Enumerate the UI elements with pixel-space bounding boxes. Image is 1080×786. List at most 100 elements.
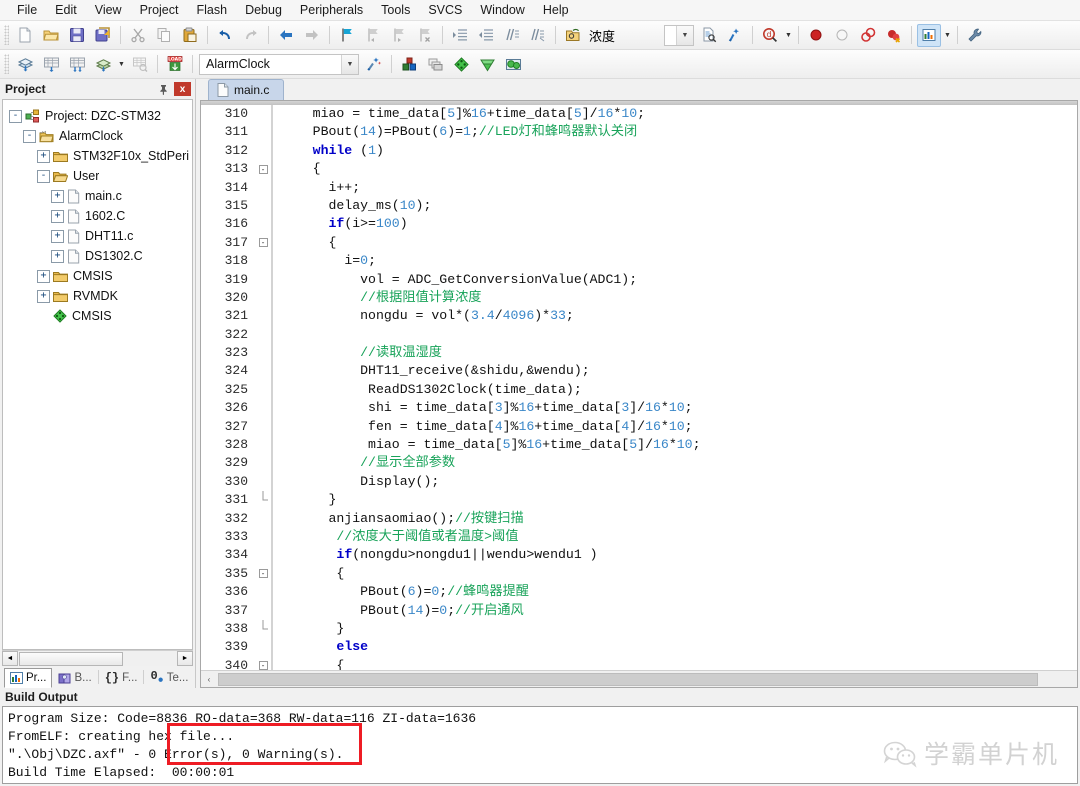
bookmark-next-icon[interactable] [387, 24, 411, 47]
chevron-down-icon[interactable]: ▼ [676, 25, 693, 45]
code-line[interactable]: 339 else [201, 638, 1077, 657]
code-line[interactable]: 312 while (1) [201, 141, 1077, 161]
pin-icon[interactable] [156, 82, 171, 97]
redo-arrow-icon[interactable] [239, 24, 263, 47]
batch-build-icon[interactable] [91, 53, 115, 76]
tab-templates[interactable]: 0● Te... [144, 668, 194, 688]
breakpoint-red-dot-icon[interactable] [804, 24, 828, 47]
tree-node-dht11-c[interactable]: + DHT11.c [7, 226, 192, 246]
find-dropdown-caret-icon[interactable]: ▼ [783, 24, 794, 47]
target-selector-combo[interactable]: AlarmClock ▼ [199, 53, 359, 75]
code-line[interactable]: 313- { [201, 160, 1077, 179]
code-line[interactable]: 315 delay_ms(10); [201, 196, 1077, 216]
scroll-right-icon[interactable]: ► [177, 651, 193, 666]
find-in-files-doc-icon[interactable] [697, 24, 721, 47]
tree-node-1602-c[interactable]: + 1602.C [7, 206, 192, 226]
scroll-left-icon[interactable]: ◄ [2, 651, 18, 666]
find-q-icon[interactable]: d [758, 24, 782, 47]
code-line[interactable]: 332 anjiansaomiao();//按键扫描 [201, 509, 1077, 528]
magic-bookmark-icon[interactable] [723, 24, 747, 47]
build-output-body[interactable]: Program Size: Code=8836 RO-data=368 RW-d… [2, 706, 1078, 784]
build-icon[interactable] [39, 53, 63, 76]
expander-toggle[interactable]: + [51, 249, 64, 263]
code-line[interactable]: 327 fen = time_data[4]%16+time_data[4]/1… [201, 417, 1077, 437]
translate-stack-icon[interactable] [13, 53, 37, 76]
window-layout-caret-icon[interactable]: ▼ [942, 24, 953, 47]
code-line[interactable]: 333 //浓度大于阈值或者温度>阈值 [201, 527, 1077, 547]
save-all-icon[interactable] [91, 24, 115, 47]
menu-item-edit[interactable]: Edit [46, 1, 86, 19]
open-folder-icon[interactable] [39, 24, 63, 47]
menu-item-help[interactable]: Help [534, 1, 578, 19]
expander-toggle[interactable]: + [51, 209, 64, 223]
paste-icon[interactable] [178, 24, 202, 47]
menu-item-svcs[interactable]: SVCS [419, 1, 471, 19]
env-globe-icon[interactable] [501, 53, 525, 76]
menu-item-flash[interactable]: Flash [187, 1, 236, 19]
menu-item-tools[interactable]: Tools [372, 1, 419, 19]
indent-right-icon[interactable] [448, 24, 472, 47]
comment-icon[interactable] [500, 24, 524, 47]
menu-item-peripherals[interactable]: Peripherals [291, 1, 372, 19]
expander-toggle[interactable]: + [51, 189, 64, 203]
stop-build-icon[interactable] [128, 53, 152, 76]
green-pack-icon[interactable] [475, 53, 499, 76]
code-line[interactable]: 322 [201, 325, 1077, 345]
expander-toggle[interactable]: + [37, 269, 50, 283]
editor-hscrollbar[interactable]: ‹ [201, 670, 1077, 687]
close-icon[interactable]: x [174, 82, 191, 96]
fold-end-marker-icon[interactable] [255, 620, 271, 638]
undo-arrow-icon[interactable] [213, 24, 237, 47]
tab-functions[interactable]: {} F... [99, 668, 144, 688]
menu-item-view[interactable]: View [86, 1, 131, 19]
tree-node-ds1302-c[interactable]: + DS1302.C [7, 246, 192, 266]
chevron-down-icon[interactable]: ▼ [341, 54, 358, 74]
code-line[interactable]: 331 } [201, 491, 1077, 510]
code-line[interactable]: 323 //读取温湿度 [201, 344, 1077, 363]
code-line[interactable]: 319 vol = ADC_GetConversionValue(ADC1); [201, 270, 1077, 289]
fold-end-marker-icon[interactable] [255, 491, 271, 509]
bookmark-flag-icon[interactable] [335, 24, 359, 47]
code-line[interactable]: 335- { [201, 564, 1077, 584]
bookmark-prev-icon[interactable] [361, 24, 385, 47]
load-download-icon[interactable]: LOAD [163, 53, 187, 76]
tree-node-alarmclock-target[interactable]: - AlarmClock [7, 126, 192, 146]
code-editor[interactable]: 310 miao = time_data[5]%16+time_data[5]/… [200, 100, 1078, 688]
expander-toggle[interactable]: + [37, 289, 50, 303]
arrow-right-icon[interactable] [300, 24, 324, 47]
code-line[interactable]: 330 Display(); [201, 472, 1077, 492]
document-tab-main-c[interactable]: main.c [208, 79, 285, 100]
code-line[interactable]: 336 PBout(6)=0;//蜂鸣器提醒 [201, 583, 1077, 602]
green-diamond-icon[interactable] [449, 53, 473, 76]
code-line[interactable]: 326 shi = time_data[3]%16+time_data[3]/1… [201, 399, 1077, 418]
code-line[interactable]: 311 PBout(14)=PBout(6)=1;//LED灯和蜂鸣器默认关闭 [201, 123, 1077, 142]
indent-left-icon[interactable] [474, 24, 498, 47]
tab-project[interactable]: Pr... [4, 668, 53, 688]
tree-node-user-folder[interactable]: - User [7, 166, 192, 186]
code-viewport[interactable]: 310 miao = time_data[5]%16+time_data[5]/… [201, 105, 1077, 670]
find-in-files-icon[interactable] [561, 24, 585, 47]
window-layout-icon[interactable] [917, 23, 941, 47]
breakpoints-disable-icon[interactable] [882, 24, 906, 47]
fold-collapse-icon[interactable]: - [255, 238, 271, 248]
code-line[interactable]: 325 ReadDS1302Clock(time_data); [201, 380, 1077, 400]
build-toolbar-grip[interactable] [4, 54, 9, 74]
fold-collapse-icon[interactable]: - [255, 661, 271, 670]
expander-toggle[interactable]: - [37, 169, 50, 183]
expander-toggle[interactable]: - [9, 109, 22, 123]
menu-item-file[interactable]: File [8, 1, 46, 19]
expander-toggle[interactable]: - [23, 129, 36, 143]
code-line[interactable]: 324 DHT11_receive(&shidu,&wendu); [201, 362, 1077, 381]
batch-build-caret-icon[interactable]: ▼ [116, 53, 127, 76]
rebuild-all-icon[interactable] [65, 53, 89, 76]
save-disk-icon[interactable] [65, 24, 89, 47]
code-line[interactable]: 321 nongdu = vol*(3.4/4096)*33; [201, 307, 1077, 326]
code-line[interactable]: 329 //显示全部参数 [201, 454, 1077, 473]
tree-node-stm32f10x-stdperiph[interactable]: + STM32F10x_StdPeri [7, 146, 192, 166]
code-line[interactable]: 334 if(nongdu>nongdu1||wendu>wendu1 ) [201, 546, 1077, 565]
tree-node-cmsis-component[interactable]: CMSIS [7, 306, 192, 326]
menu-item-window[interactable]: Window [471, 1, 533, 19]
arrow-left-icon[interactable] [274, 24, 298, 47]
scissors-icon[interactable] [126, 24, 150, 47]
tree-node-project-dzc-stm32[interactable]: - Project: DZC-STM32 [7, 106, 192, 126]
